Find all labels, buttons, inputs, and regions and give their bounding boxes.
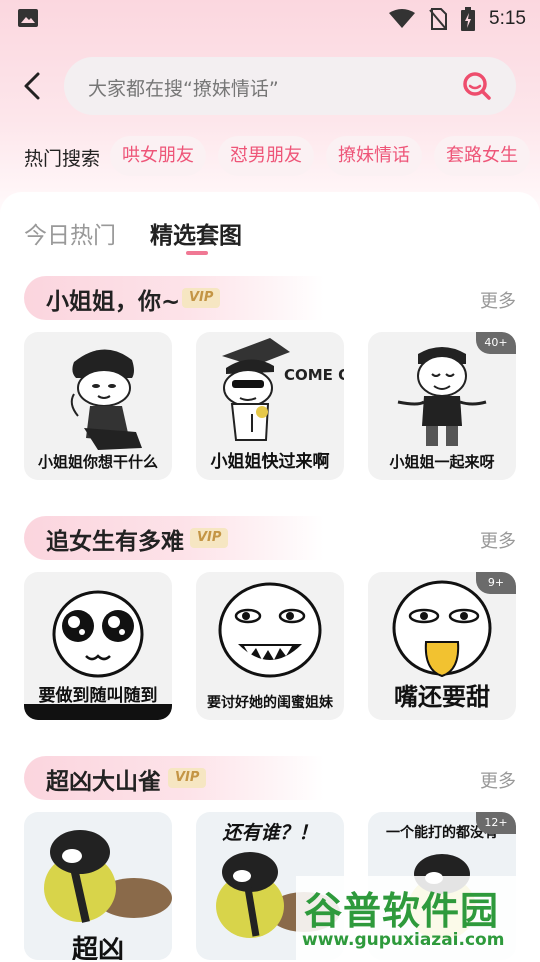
sticker-card[interactable]: 嘴还要甜 9+ bbox=[368, 572, 516, 720]
sticker-card[interactable]: 超凶 bbox=[24, 812, 172, 960]
more-link[interactable]: 更多 bbox=[480, 527, 516, 553]
tab-indicator bbox=[186, 251, 208, 255]
sticker-overlay-text: COME ON bbox=[284, 366, 344, 384]
sticker-card[interactable]: 要讨好她的闺蜜姐妹 bbox=[196, 572, 344, 720]
status-time: 5:15 bbox=[489, 8, 526, 29]
vip-badge: VIP bbox=[190, 528, 229, 548]
vip-badge: VIP bbox=[168, 768, 207, 788]
search-icon[interactable] bbox=[462, 71, 492, 101]
more-link[interactable]: 更多 bbox=[480, 287, 516, 313]
sticker-caption: 小姐姐一起来呀 bbox=[389, 453, 495, 471]
battery-icon bbox=[461, 7, 476, 31]
sticker-caption: 小姐姐你想干什么 bbox=[37, 453, 158, 471]
hot-search-chip[interactable]: 哄女朋友 bbox=[110, 136, 206, 176]
back-arrow-icon[interactable] bbox=[18, 70, 50, 102]
count-badge: 12+ bbox=[476, 812, 516, 834]
hot-search-chip[interactable]: 撩妹情话 bbox=[326, 136, 422, 176]
hot-search-label: 热门搜索 bbox=[24, 148, 101, 170]
section-title: 超凶大山雀 bbox=[46, 769, 161, 795]
hot-search-chip[interactable]: 怼男朋友 bbox=[218, 136, 314, 176]
sticker-card[interactable]: 小姐姐一起来呀 40+ bbox=[368, 332, 516, 480]
sticker-caption: 小姐姐快过来啊 bbox=[210, 452, 330, 472]
watermark-url: www.gupuxiazai.com bbox=[302, 930, 505, 950]
gallery-icon bbox=[18, 9, 38, 27]
sticker-caption: 嘴还要甜 bbox=[394, 683, 490, 711]
tab-today-hot[interactable]: 今日热门 bbox=[24, 216, 116, 250]
section-header: 超凶大山雀 VIP bbox=[24, 756, 324, 800]
search-placeholder: 大家都在搜“撩妹情话” bbox=[88, 78, 279, 100]
sticker-caption: 还有谁？！ bbox=[222, 822, 318, 844]
sticker-card[interactable]: COME ON 小姐姐快过来啊 bbox=[196, 332, 344, 480]
vip-badge: VIP bbox=[182, 288, 221, 308]
no-sim-icon bbox=[429, 8, 448, 30]
watermark: 谷普软件园 www.gupuxiazai.com bbox=[296, 876, 540, 960]
hot-search-chip[interactable]: 套路女生 bbox=[434, 136, 530, 176]
watermark-title: 谷普软件园 bbox=[304, 889, 500, 933]
section-title: 追女生有多难 bbox=[46, 529, 184, 555]
sticker-caption: 要讨好她的闺蜜姐妹 bbox=[207, 695, 333, 711]
sticker-caption: 超凶 bbox=[71, 935, 124, 960]
wifi-icon bbox=[389, 9, 416, 28]
search-input[interactable]: 大家都在搜“撩妹情话” bbox=[64, 57, 516, 115]
more-link[interactable]: 更多 bbox=[480, 767, 516, 793]
sticker-card[interactable]: 要做到随叫随到 bbox=[24, 572, 172, 720]
sticker-card[interactable]: 小姐姐你想干什么 bbox=[24, 332, 172, 480]
section-header: 追女生有多难 VIP bbox=[24, 516, 324, 560]
section-title: 小姐姐，你~ bbox=[46, 289, 181, 315]
sticker-caption: 要做到随叫随到 bbox=[38, 686, 158, 706]
count-badge: 40+ bbox=[476, 332, 516, 354]
count-badge: 9+ bbox=[476, 572, 516, 594]
section-header: 小姐姐，你~ VIP bbox=[24, 276, 324, 320]
status-bar: 5:15 bbox=[0, 0, 540, 38]
tab-featured-sets[interactable]: 精选套图 bbox=[150, 216, 242, 250]
